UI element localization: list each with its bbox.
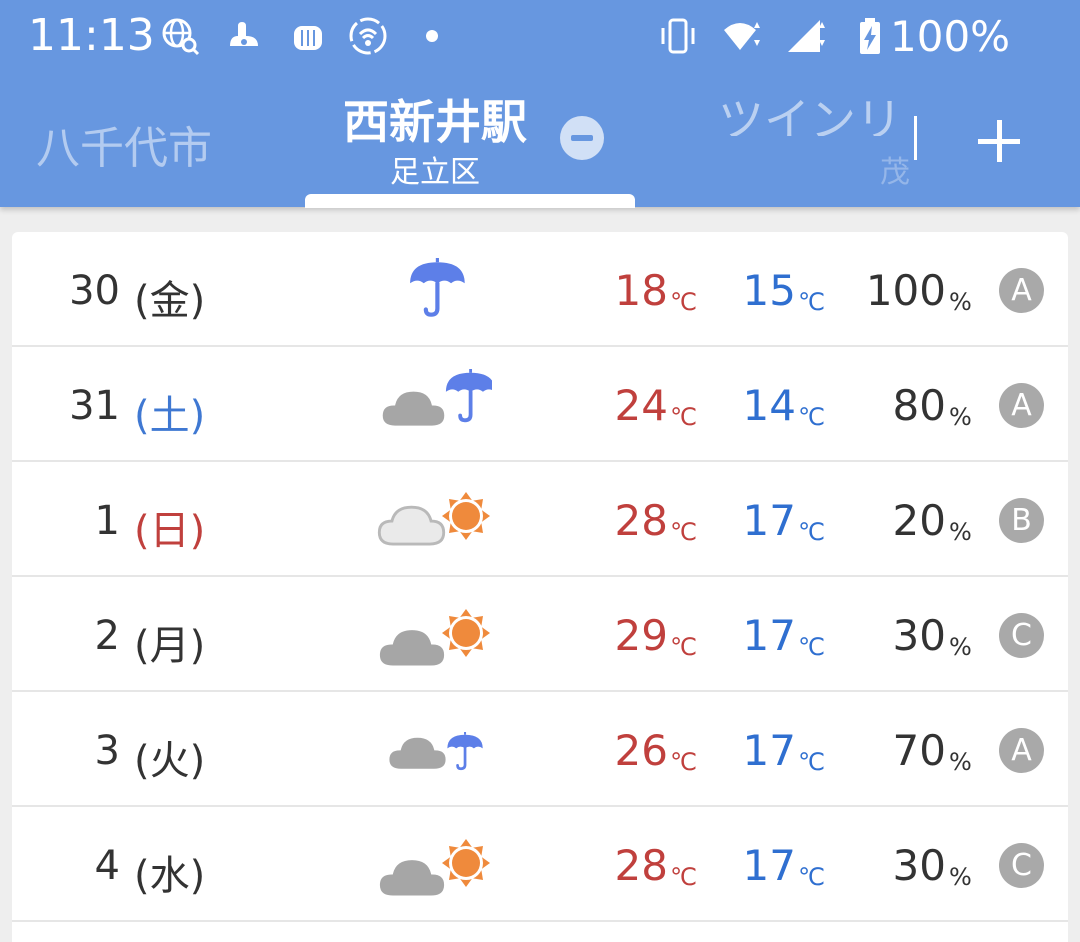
- rain-chance-unit: %: [949, 288, 972, 316]
- forecast-row[interactable]: 1 (日) 28 ℃ 17 ℃ 20% B: [12, 462, 1068, 577]
- rain-chance-unit: %: [949, 633, 972, 661]
- rain-chance-unit: %: [949, 518, 972, 546]
- forecast-rain-chance: 30: [892, 841, 946, 890]
- forecast-day: 4: [94, 843, 120, 889]
- forecast-day-of-week: (火): [134, 738, 206, 784]
- globe-search-icon: [162, 18, 200, 56]
- dot-icon: [426, 30, 438, 42]
- tab-location-current[interactable]: 西新井駅: [300, 86, 570, 152]
- forecast-day-of-week: (金): [134, 278, 206, 324]
- active-tab-indicator: [305, 194, 635, 208]
- rain-chance-unit: %: [949, 863, 972, 891]
- forecast-low-temp: 15: [742, 266, 796, 315]
- forecast-rain-chance: 70: [892, 726, 946, 775]
- app-notification-icon: [230, 22, 258, 46]
- forecast-rain-chance: 20: [892, 496, 946, 545]
- forecast-high-temp: 28: [614, 841, 668, 890]
- weather-cloudy-sun-icon: [376, 609, 490, 669]
- forecast-low-temp: 14: [742, 381, 796, 430]
- forecast-reliability-badge: C: [999, 613, 1044, 658]
- tab-location-right[interactable]: ツインリ: [718, 84, 913, 136]
- tab-location-left[interactable]: 八千代市: [36, 112, 212, 176]
- forecast-day-of-week: (月): [134, 623, 206, 669]
- battery-percentage: 100%: [890, 12, 1011, 61]
- low-temp-unit: ℃: [798, 403, 825, 431]
- app-notification-icon: [294, 26, 322, 50]
- forecast-high-temp: 18: [614, 266, 668, 315]
- tab-divider: [914, 116, 917, 160]
- wifi-icon: [724, 22, 760, 50]
- signal-icon: [788, 20, 825, 52]
- forecast-day-of-week: (土): [134, 393, 206, 439]
- forecast-high-temp: 24: [614, 381, 668, 430]
- forecast-row[interactable]: 30 (金) 18 ℃ 15 ℃ 100% A: [12, 232, 1068, 347]
- rain-chance-unit: %: [949, 748, 972, 776]
- app-header: 11:13 100% 八千代市 西新井駅 足立区 ツインリ 茂: [0, 0, 1080, 208]
- forecast-high-temp: 26: [614, 726, 668, 775]
- high-temp-unit: ℃: [670, 748, 697, 776]
- remove-location-button[interactable]: [560, 116, 604, 160]
- high-temp-unit: ℃: [670, 403, 697, 431]
- forecast-day: 3: [94, 728, 120, 774]
- forecast-day: 2: [94, 613, 120, 659]
- forecast-row[interactable]: 3 (火) 26 ℃ 17 ℃ 70% A: [12, 692, 1068, 807]
- high-temp-unit: ℃: [670, 863, 697, 891]
- forecast-list: 30 (金) 18 ℃ 15 ℃ 100% A 31 (土) 24 ℃ 14 ℃ 80% A 1 (日) 28 ℃ 17…: [12, 232, 1068, 942]
- forecast-day-of-week: (日): [134, 508, 206, 554]
- forecast-reliability-badge: B: [999, 498, 1044, 543]
- low-temp-unit: ℃: [798, 748, 825, 776]
- low-temp-unit: ℃: [798, 863, 825, 891]
- forecast-row[interactable]: 31 (土) 24 ℃ 14 ℃ 80% A: [12, 347, 1068, 462]
- tab-location-right-subtitle: 茂: [880, 155, 910, 190]
- high-temp-unit: ℃: [670, 518, 697, 546]
- low-temp-unit: ℃: [798, 288, 825, 316]
- weather-cloudy-sun-icon: [376, 839, 490, 899]
- forecast-low-temp: 17: [742, 841, 796, 890]
- weather-sunny-cloud-light-icon: [377, 492, 490, 546]
- forecast-reliability-badge: A: [999, 728, 1044, 773]
- high-temp-unit: ℃: [670, 633, 697, 661]
- weather-cloudy-rain-small-icon: [386, 732, 483, 772]
- low-temp-unit: ℃: [798, 518, 825, 546]
- status-bar: 11:13 100%: [0, 0, 1080, 80]
- weather-cloudy-rain-icon: [379, 369, 492, 429]
- forecast-day: 1: [94, 498, 120, 544]
- add-location-button[interactable]: [978, 120, 1020, 162]
- forecast-day-of-week: (水): [134, 853, 206, 899]
- hotspot-icon: [349, 17, 387, 55]
- tab-location-current-subtitle: 足立区: [390, 155, 480, 190]
- weather-rain-icon: [410, 258, 465, 317]
- forecast-rain-chance: 80: [892, 381, 946, 430]
- high-temp-unit: ℃: [670, 288, 697, 316]
- forecast-row[interactable]: 2 (月) 29 ℃ 17 ℃ 30% C: [12, 577, 1068, 692]
- forecast-low-temp: 17: [742, 496, 796, 545]
- forecast-high-temp: 29: [614, 611, 668, 660]
- forecast-reliability-badge: C: [999, 843, 1044, 888]
- forecast-rain-chance: 30: [892, 611, 946, 660]
- battery-icon: [860, 18, 880, 54]
- forecast-row[interactable]: 4 (水) 28 ℃ 17 ℃ 30% C: [12, 807, 1068, 922]
- forecast-low-temp: 17: [742, 726, 796, 775]
- status-time: 11:13: [28, 10, 155, 61]
- forecast-reliability-badge: A: [999, 383, 1044, 428]
- forecast-day: 30: [69, 268, 120, 314]
- vibrate-icon: [661, 18, 695, 54]
- forecast-low-temp: 17: [742, 611, 796, 660]
- low-temp-unit: ℃: [798, 633, 825, 661]
- forecast-day: 31: [69, 383, 120, 429]
- forecast-high-temp: 28: [614, 496, 668, 545]
- forecast-rain-chance: 100: [865, 266, 946, 315]
- rain-chance-unit: %: [949, 403, 972, 431]
- forecast-reliability-badge: A: [999, 268, 1044, 313]
